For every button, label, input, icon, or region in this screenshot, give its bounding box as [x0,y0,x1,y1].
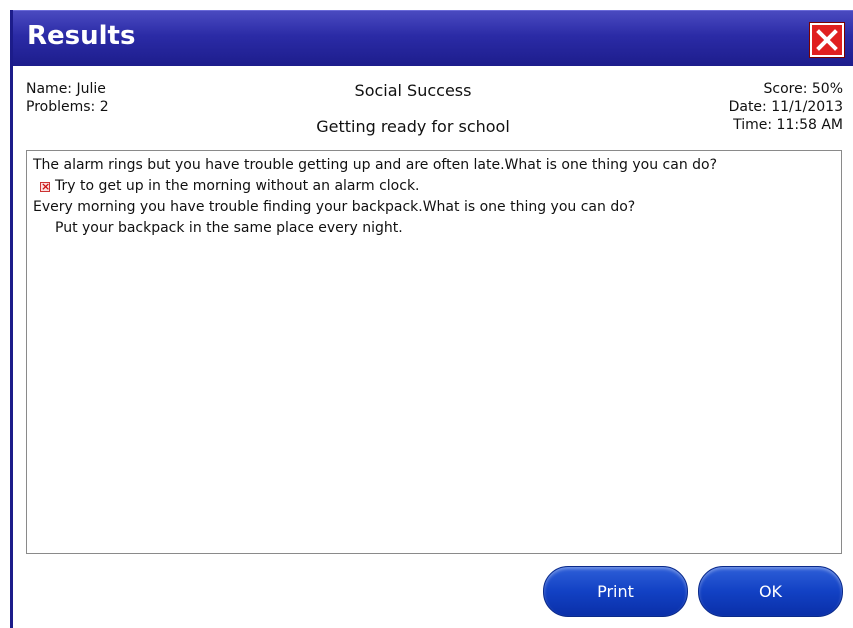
score-value: Score: 50% [763,81,844,97]
print-button[interactable]: Print [543,566,688,617]
subject-title: Social Success [354,81,472,100]
x-mark-icon [40,178,50,195]
answer-row: Put your backpack in the same place ever… [33,218,835,239]
question-text: The alarm rings but you have trouble get… [33,157,718,173]
lesson-title: Getting ready for school [316,117,510,136]
ok-button[interactable]: OK [698,566,843,617]
student-name: Name: Julie [26,81,106,97]
problem-count: Problems: 2 [26,99,109,115]
close-button[interactable] [810,23,844,57]
answer-text: Try to get up in the morning without an … [55,178,420,194]
answer-row: Try to get up in the morning without an … [33,176,835,197]
answer-text: Put your backpack in the same place ever… [55,220,403,236]
date-value: Date: 11/1/2013 [728,99,843,115]
dialog-title: Results [27,21,136,51]
time-value: Time: 11:58 AM [733,117,843,133]
close-icon [816,29,838,51]
score-info: Score: 50% Date: 11/1/2013 Time: 11:58 A… [729,80,843,134]
results-dialog: Results Name: Julie Problems: 2 Social S… [10,10,853,628]
results-list[interactable]: The alarm rings but you have trouble get… [26,150,842,554]
title-bar: Results [13,10,853,66]
question-text: Every morning you have trouble finding y… [33,199,636,215]
student-info: Name: Julie Problems: 2 [26,80,109,116]
no-mark-spacer [40,224,50,234]
